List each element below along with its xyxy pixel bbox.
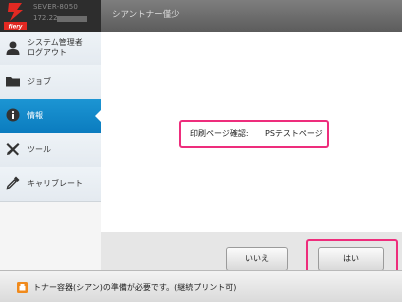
tools-icon	[6, 143, 20, 156]
sidebar-item-label: キャリブレート	[27, 179, 83, 188]
sidebar-item-label: ツール	[27, 145, 51, 154]
device-name: SEVER-8050	[33, 3, 78, 11]
message-label: 印刷ページ確認:	[190, 129, 249, 138]
user-icon	[6, 41, 20, 55]
status-bar: トナー容器(シアン)の準備が必要です。(継続プリント可)	[0, 270, 402, 302]
main-panel: 印刷ページ確認: PSテストページ いいえ はい	[101, 32, 402, 279]
device-ip: 172.22.	[33, 14, 60, 22]
sidebar-item-label: 情報	[27, 111, 43, 120]
sidebar-item-tools[interactable]: ツール	[0, 133, 101, 168]
sidebar-item-label: システム管理者 ログアウト	[27, 38, 83, 57]
ip-mask	[57, 16, 87, 22]
message-highlight: 印刷ページ確認: PSテストページ	[179, 120, 329, 148]
warning-icon	[17, 282, 28, 293]
top-bar: fiery SEVER-8050 172.22. シアントナー僅少	[0, 0, 402, 32]
dialog-area: 印刷ページ確認: PSテストページ いいえ はい	[101, 32, 402, 279]
yes-button[interactable]: はい	[318, 247, 384, 271]
fiery-logo: fiery	[2, 1, 29, 31]
no-button[interactable]: いいえ	[226, 247, 288, 271]
folder-icon	[6, 77, 20, 87]
toner-title: シアントナー僅少	[112, 10, 180, 20]
sidebar-item-admin-logout[interactable]: システム管理者 ログアウト	[0, 32, 101, 66]
sidebar-item-info[interactable]: 情報	[0, 99, 102, 134]
dropper-icon	[6, 176, 20, 190]
svg-text:fiery: fiery	[9, 24, 23, 31]
status-message: トナー容器(シアン)の準備が必要です。(継続プリント可)	[33, 283, 237, 292]
toner-warning-tab[interactable]: シアントナー僅少	[101, 0, 402, 32]
sidebar-item-jobs[interactable]: ジョブ	[0, 65, 101, 100]
sidebar-item-calibrate[interactable]: キャリブレート	[0, 167, 101, 202]
sidebar: システム管理者 ログアウト ジョブ 情報 ツール キャリブレート	[0, 32, 102, 270]
info-icon	[6, 108, 20, 122]
sidebar-item-label: ジョブ	[27, 77, 51, 86]
message-value: PSテストページ	[265, 129, 323, 138]
